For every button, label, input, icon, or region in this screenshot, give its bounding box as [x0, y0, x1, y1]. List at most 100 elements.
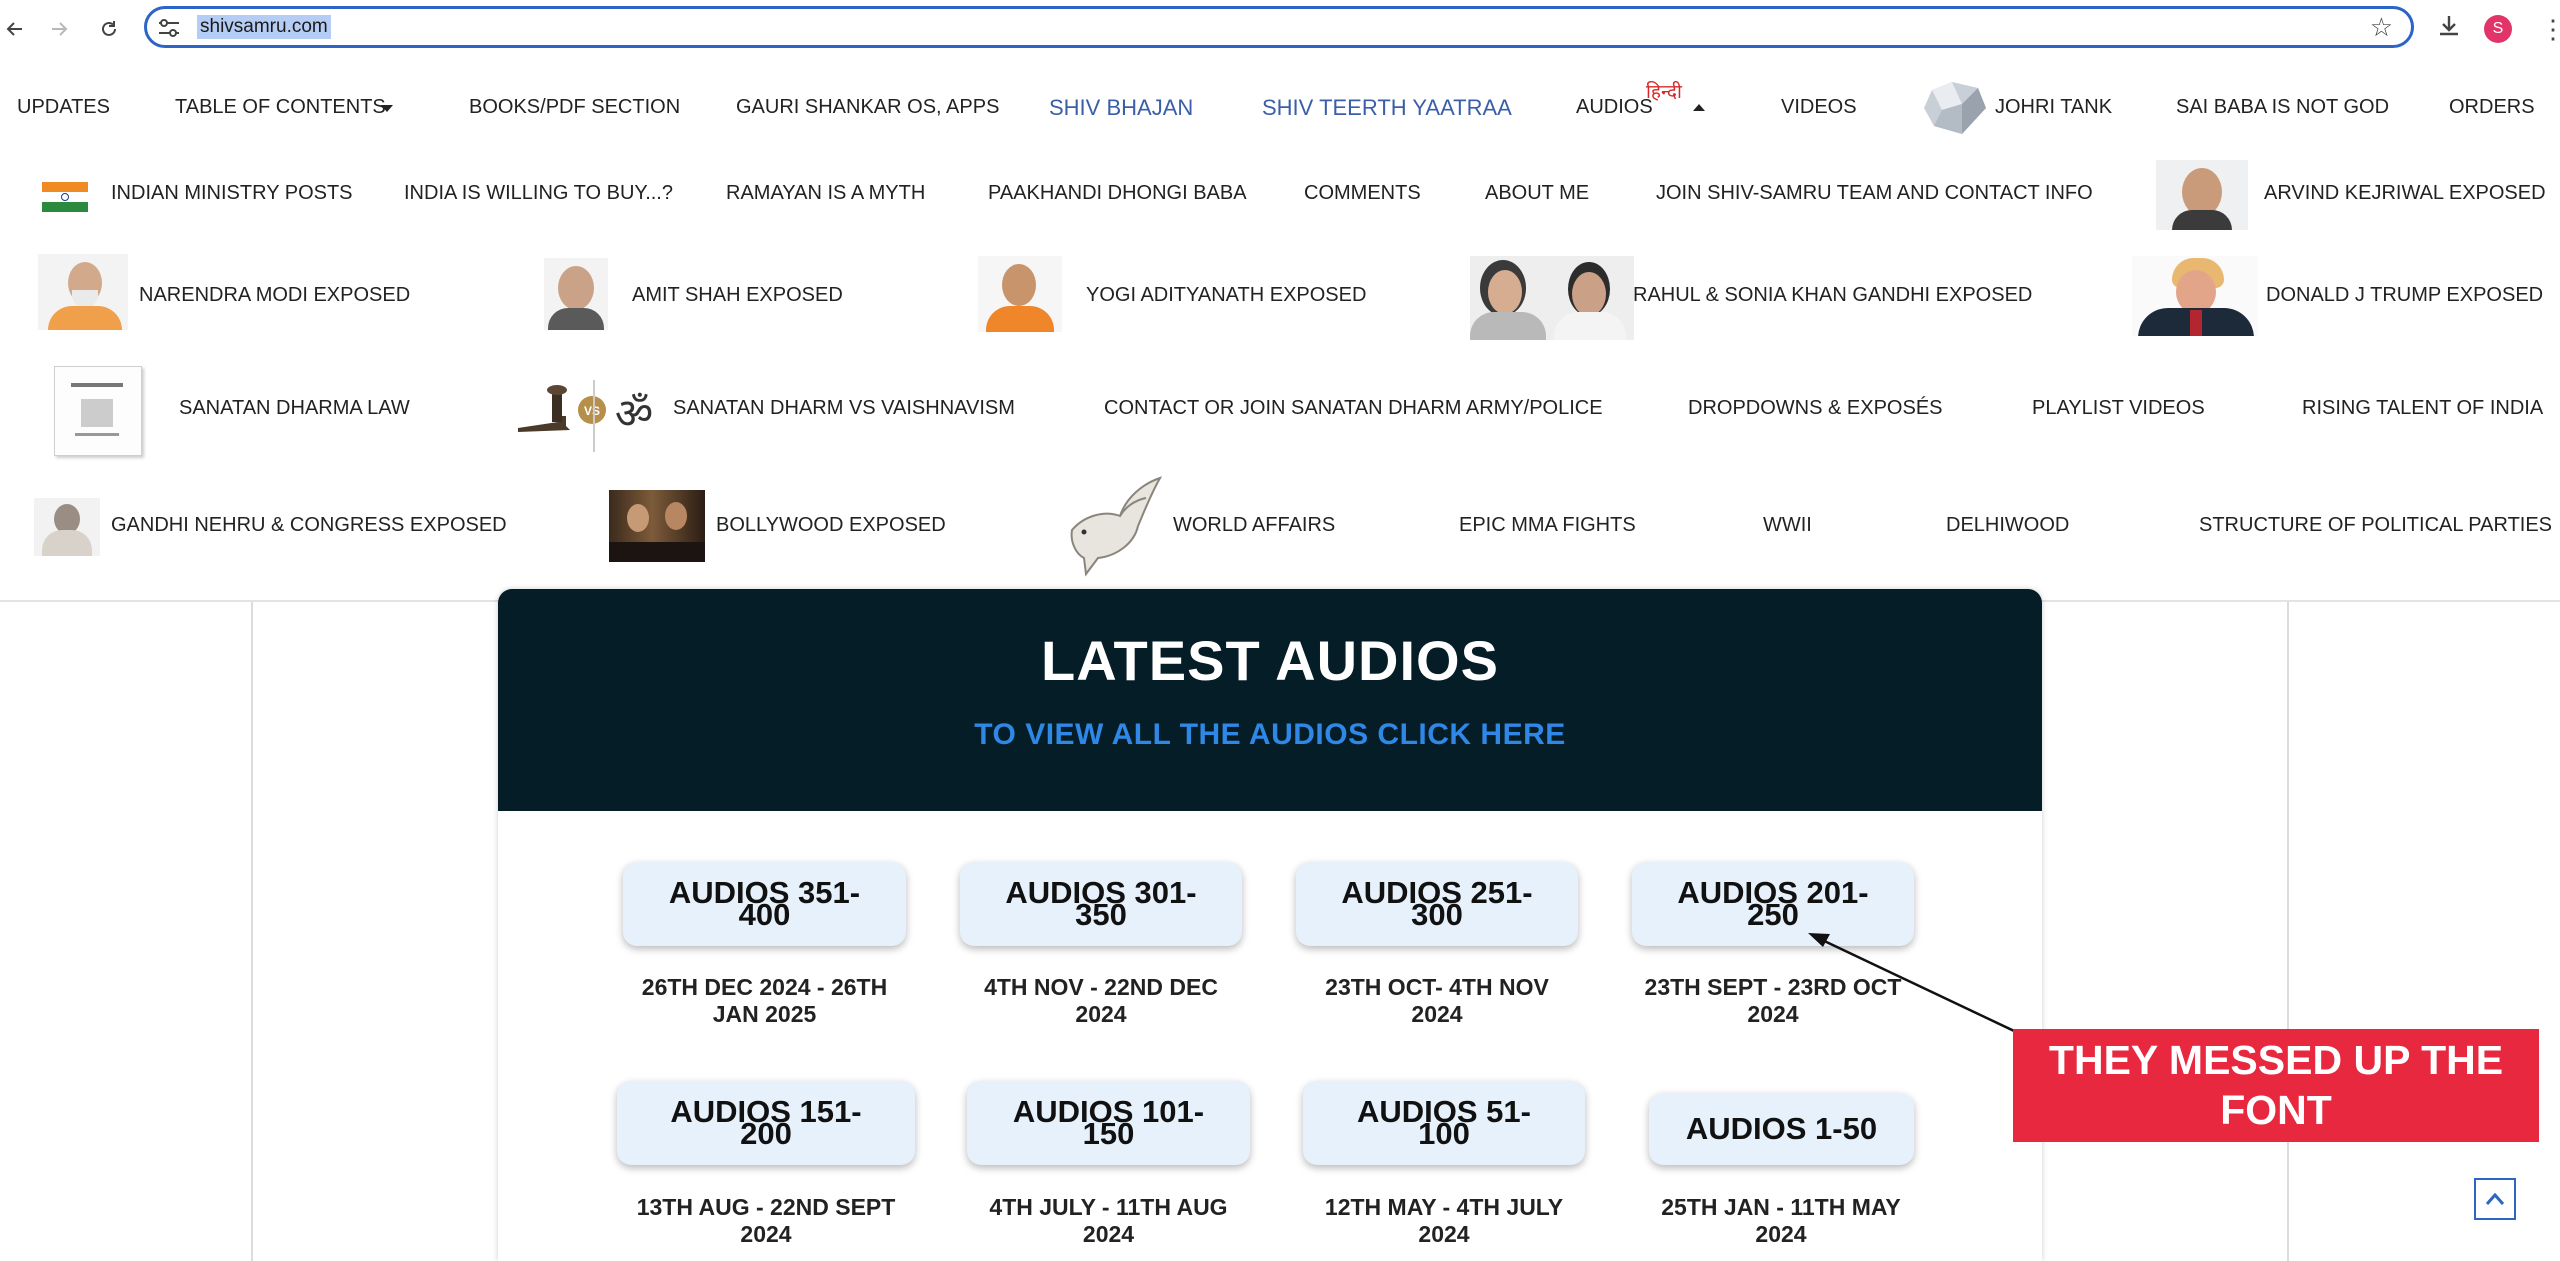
chevron-up-icon: [2485, 1192, 2505, 1205]
audios-251-300-button[interactable]: AUDIOS 251- 300: [1296, 862, 1578, 946]
date-line: 2024: [1755, 1221, 1807, 1247]
nav-updates[interactable]: UPDATES: [17, 96, 110, 119]
download-icon[interactable]: [2436, 13, 2462, 44]
nav-world-affairs[interactable]: WORLD AFFAIRS: [1173, 514, 1335, 537]
nav-sanatan-dharma-law[interactable]: SANATAN DHARMA LAW: [179, 397, 410, 420]
audios-101-150-button[interactable]: AUDIOS 101- 150: [967, 1081, 1250, 1165]
audio-date-range: 4TH JULY - 11TH AUG 2024: [967, 1194, 1250, 1248]
nav-shiv-bhajan[interactable]: SHIV BHAJAN: [1049, 95, 1193, 121]
audios-1-50-button[interactable]: AUDIOS 1-50: [1649, 1093, 1914, 1165]
latest-audios-title: LATEST AUDIOS: [1041, 629, 1499, 692]
audios-201-250-button[interactable]: AUDIOS 201- 250: [1632, 862, 1914, 946]
date-line: 2024: [1075, 1001, 1127, 1027]
hindi-badge[interactable]: हिन्दी: [1646, 78, 1682, 104]
menu-kebab-icon[interactable]: ⋮: [2540, 14, 2560, 45]
nav-shiv-teerth-yaatraa[interactable]: SHIV TEERTH YAATRAA: [1262, 95, 1512, 121]
date-line: 4TH NOV - 22ND DEC: [984, 974, 1218, 1000]
nav-amit-shah-exposed[interactable]: AMIT SHAH EXPOSED: [632, 284, 843, 307]
vs-label: VS: [584, 404, 600, 418]
india-flag-icon[interactable]: [42, 182, 88, 212]
profile-avatar[interactable]: S: [2484, 15, 2512, 43]
portrait-thumbnail[interactable]: [2132, 256, 2258, 336]
nav-rising-talent[interactable]: RISING TALENT OF INDIA: [2302, 397, 2543, 420]
nav-modi-exposed[interactable]: NARENDRA MODI EXPOSED: [139, 284, 410, 307]
caret-down-icon[interactable]: [380, 104, 394, 114]
dove-thumbnail[interactable]: [1064, 476, 1164, 578]
svg-text:ॐ: ॐ: [615, 389, 653, 438]
nav-dropdowns-exposes[interactable]: DROPDOWNS & EXPOSÉS: [1688, 397, 1943, 420]
nav-about-me[interactable]: ABOUT ME: [1485, 182, 1589, 205]
nav-trump-exposed[interactable]: DONALD J TRUMP EXPOSED: [2266, 284, 2543, 307]
date-line: 12TH MAY - 4TH JULY: [1324, 1194, 1564, 1220]
portrait-thumbnail[interactable]: [1470, 256, 1634, 340]
nav-comments[interactable]: COMMENTS: [1304, 182, 1421, 205]
audio-date-range: 25TH JAN - 11TH MAY 2024: [1640, 1194, 1922, 1248]
portrait-thumbnail[interactable]: [38, 254, 128, 330]
movie-thumbnail[interactable]: [609, 490, 705, 562]
nav-videos[interactable]: VIDEOS: [1781, 96, 1857, 119]
nav-audios[interactable]: AUDIOS: [1576, 96, 1653, 119]
browser-toolbar: shivsamru.com ☆ S ⋮: [0, 0, 2560, 60]
nav-india-willing-to-buy[interactable]: INDIA IS WILLING TO BUY...?: [404, 182, 673, 205]
portrait-thumbnail[interactable]: [2156, 160, 2248, 230]
nav-yogi-exposed[interactable]: YOGI ADITYANATH EXPOSED: [1086, 284, 1366, 307]
nav-epic-mma-fights[interactable]: EPIC MMA FIGHTS: [1459, 514, 1636, 537]
button-label: 300: [1411, 897, 1463, 932]
nav-bollywood-exposed[interactable]: BOLLYWOOD EXPOSED: [716, 514, 946, 537]
nav-wwii[interactable]: WWII: [1763, 514, 1812, 537]
nav-sanatan-army[interactable]: CONTACT OR JOIN SANATAN DHARM ARMY/POLIC…: [1104, 397, 1603, 420]
nav-paakhandi-baba[interactable]: PAAKHANDI DHONGI BABA: [988, 182, 1247, 205]
date-line: 2024: [740, 1221, 792, 1247]
site-settings-icon[interactable]: [157, 17, 181, 39]
nav-gandhi-nehru-exposed[interactable]: GANDHI NEHRU & CONGRESS EXPOSED: [111, 514, 507, 537]
nav-orders[interactable]: ORDERS: [2449, 96, 2535, 119]
bookmark-star-icon[interactable]: ☆: [2370, 12, 2393, 43]
nav-sanatan-vs-vaishnavism[interactable]: SANATAN DHARM VS VAISHNAVISM: [673, 397, 1015, 420]
nav-structure-political-parties[interactable]: STRUCTURE OF POLITICAL PARTIES: [2199, 514, 2552, 537]
address-bar[interactable]: shivsamru.com ☆: [144, 6, 2414, 48]
nav-join-team[interactable]: JOIN SHIV-SAMRU TEAM AND CONTACT INFO: [1656, 182, 2093, 205]
forward-icon[interactable]: [44, 14, 74, 44]
latest-audios-header: [498, 589, 2042, 811]
audios-301-350-button[interactable]: AUDIOS 301- 350: [960, 862, 1242, 946]
date-line: 2024: [1411, 1001, 1463, 1027]
callout-line: FONT: [2220, 1087, 2332, 1133]
sanatan-vs-vaishnavism-icon[interactable]: VS ॐ: [512, 380, 672, 452]
annotation-callout: THEY MESSED UP THE FONT: [2013, 1029, 2539, 1142]
nav-kejriwal-exposed[interactable]: ARVIND KEJRIWAL EXPOSED: [2264, 182, 2546, 205]
nav-rahul-sonia-exposed[interactable]: RAHUL & SONIA KHAN GANDHI EXPOSED: [1633, 284, 2032, 307]
nav-gauri-shankar-os[interactable]: GAURI SHANKAR OS, APPS: [736, 96, 999, 119]
book-cover-thumbnail[interactable]: [54, 366, 142, 456]
nav-sai-baba[interactable]: SAI BABA IS NOT GOD: [2176, 96, 2389, 119]
column-divider: [2287, 602, 2289, 1261]
portrait-thumbnail[interactable]: [544, 258, 608, 330]
url-text[interactable]: shivsamru.com: [197, 15, 331, 39]
nav-books-pdf[interactable]: BOOKS/PDF SECTION: [469, 96, 680, 119]
audio-date-range: 23TH OCT- 4TH NOV 2024: [1296, 974, 1578, 1028]
audios-351-400-button[interactable]: AUDIOS 351- 400: [623, 862, 906, 946]
back-icon[interactable]: [0, 14, 30, 44]
date-line: 25TH JAN - 11TH MAY: [1661, 1194, 1901, 1220]
audios-151-200-button[interactable]: AUDIOS 151- 200: [617, 1081, 915, 1165]
caret-up-icon[interactable]: [1692, 102, 1706, 112]
button-label: 400: [738, 897, 791, 932]
scroll-to-top-button[interactable]: [2474, 1178, 2516, 1220]
audio-date-range: 23TH SEPT - 23RD OCT 2024: [1632, 974, 1914, 1028]
audio-date-range: 4TH NOV - 22ND DEC 2024: [960, 974, 1242, 1028]
view-all-audios-link[interactable]: TO VIEW ALL THE AUDIOS CLICK HERE: [498, 718, 2042, 752]
nav-johri-tank[interactable]: JOHRI TANK: [1995, 96, 2112, 119]
date-line: JAN 2025: [712, 1001, 817, 1027]
nav-delhiwood[interactable]: DELHIWOOD: [1946, 514, 2069, 537]
reload-icon[interactable]: [94, 14, 124, 44]
audio-date-range: 13TH AUG - 22ND SEPT 2024: [612, 1194, 920, 1248]
audio-date-range: 12TH MAY - 4TH JULY 2024: [1303, 1194, 1585, 1248]
nav-playlist-videos[interactable]: PLAYLIST VIDEOS: [2032, 397, 2205, 420]
portrait-thumbnail[interactable]: [978, 256, 1062, 332]
nav-table-of-contents[interactable]: TABLE OF CONTENTS: [175, 96, 386, 119]
nav-indian-ministry-posts[interactable]: INDIAN MINISTRY POSTS: [111, 182, 353, 205]
date-line: 2024: [1418, 1221, 1470, 1247]
audios-51-100-button[interactable]: AUDIOS 51- 100: [1303, 1081, 1585, 1165]
nav-ramayan-myth[interactable]: RAMAYAN IS A MYTH: [726, 182, 925, 205]
portrait-thumbnail[interactable]: [34, 498, 100, 556]
diamond-thumbnail[interactable]: [1922, 80, 1988, 136]
